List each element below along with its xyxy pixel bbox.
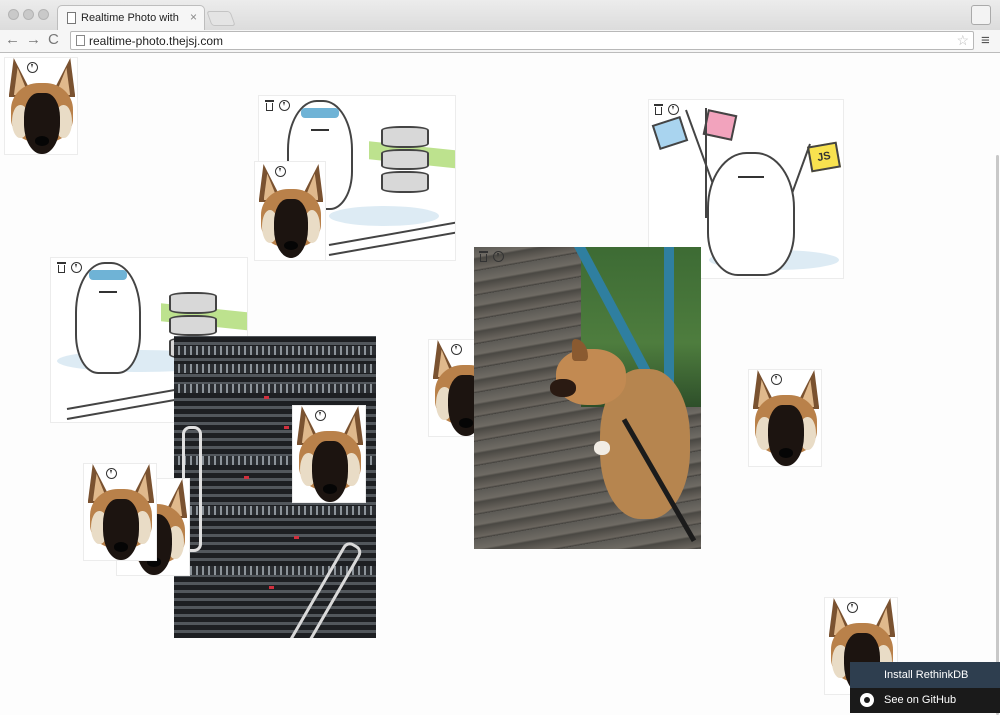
download-icon[interactable] <box>106 468 117 479</box>
download-icon[interactable] <box>315 410 326 421</box>
scrollbar-thumb[interactable] <box>996 155 999 715</box>
tab-close-icon[interactable]: × <box>190 10 197 24</box>
photo-card[interactable] <box>748 369 822 467</box>
trash-icon[interactable] <box>264 100 275 111</box>
dog-face-image <box>293 406 365 502</box>
download-icon[interactable] <box>493 251 504 262</box>
close-window-button[interactable] <box>8 9 19 20</box>
dog-face-image <box>84 464 156 560</box>
download-icon[interactable] <box>279 100 290 111</box>
maximize-window-button[interactable] <box>38 9 49 20</box>
photo-canvas: JS <box>0 53 1000 713</box>
install-rethinkdb-link[interactable]: Install RethinkDB <box>850 662 1000 688</box>
dog-face-image <box>5 58 77 154</box>
photo-card[interactable] <box>292 405 366 503</box>
browser-menu-button[interactable]: ≡ <box>981 32 990 49</box>
tab-title: Realtime Photo with RethinkDB <box>81 12 181 24</box>
download-icon[interactable] <box>847 602 858 613</box>
photo-card[interactable] <box>4 57 78 155</box>
rethinkdb-widget: Install RethinkDB See on GitHub <box>850 662 1000 713</box>
trash-icon[interactable] <box>478 251 489 262</box>
reload-button[interactable]: C <box>48 31 59 48</box>
url-text: realtime-photo.thejsj.com <box>89 34 224 48</box>
download-icon[interactable] <box>771 374 782 385</box>
bookmark-star-icon[interactable]: ☆ <box>956 32 969 49</box>
download-icon[interactable] <box>71 262 82 273</box>
github-icon <box>860 693 874 707</box>
download-icon[interactable] <box>451 344 462 355</box>
back-button[interactable]: ← <box>5 31 20 48</box>
download-icon[interactable] <box>27 62 38 73</box>
see-on-github-link[interactable]: See on GitHub <box>850 688 1000 713</box>
dog-face-image <box>749 370 821 466</box>
page-icon <box>76 35 85 46</box>
minimize-window-button[interactable] <box>23 9 34 20</box>
forward-button[interactable]: → <box>26 31 41 48</box>
document-icon <box>67 12 76 24</box>
dog-face-image <box>255 164 325 260</box>
photo-card[interactable] <box>254 161 326 261</box>
address-bar[interactable]: realtime-photo.thejsj.com ☆ <box>70 31 974 50</box>
photo-card[interactable] <box>83 463 157 561</box>
download-icon[interactable] <box>668 104 679 115</box>
github-link-label: See on GitHub <box>884 694 957 706</box>
js-flag: JS <box>806 141 842 173</box>
page-scrollbar[interactable] <box>995 53 1000 715</box>
browser-titlebar: Realtime Photo with RethinkDB × <box>0 0 1000 31</box>
trash-icon[interactable] <box>56 262 67 273</box>
browser-tab[interactable]: Realtime Photo with RethinkDB × <box>57 5 205 31</box>
download-icon[interactable] <box>275 166 286 177</box>
new-tab-button[interactable] <box>206 11 236 26</box>
photo-card[interactable] <box>474 247 701 549</box>
trash-icon[interactable] <box>653 104 664 115</box>
browser-toolbar: ← → C realtime-photo.thejsj.com ☆ ≡ <box>0 30 1000 53</box>
profile-icon[interactable] <box>971 5 991 25</box>
